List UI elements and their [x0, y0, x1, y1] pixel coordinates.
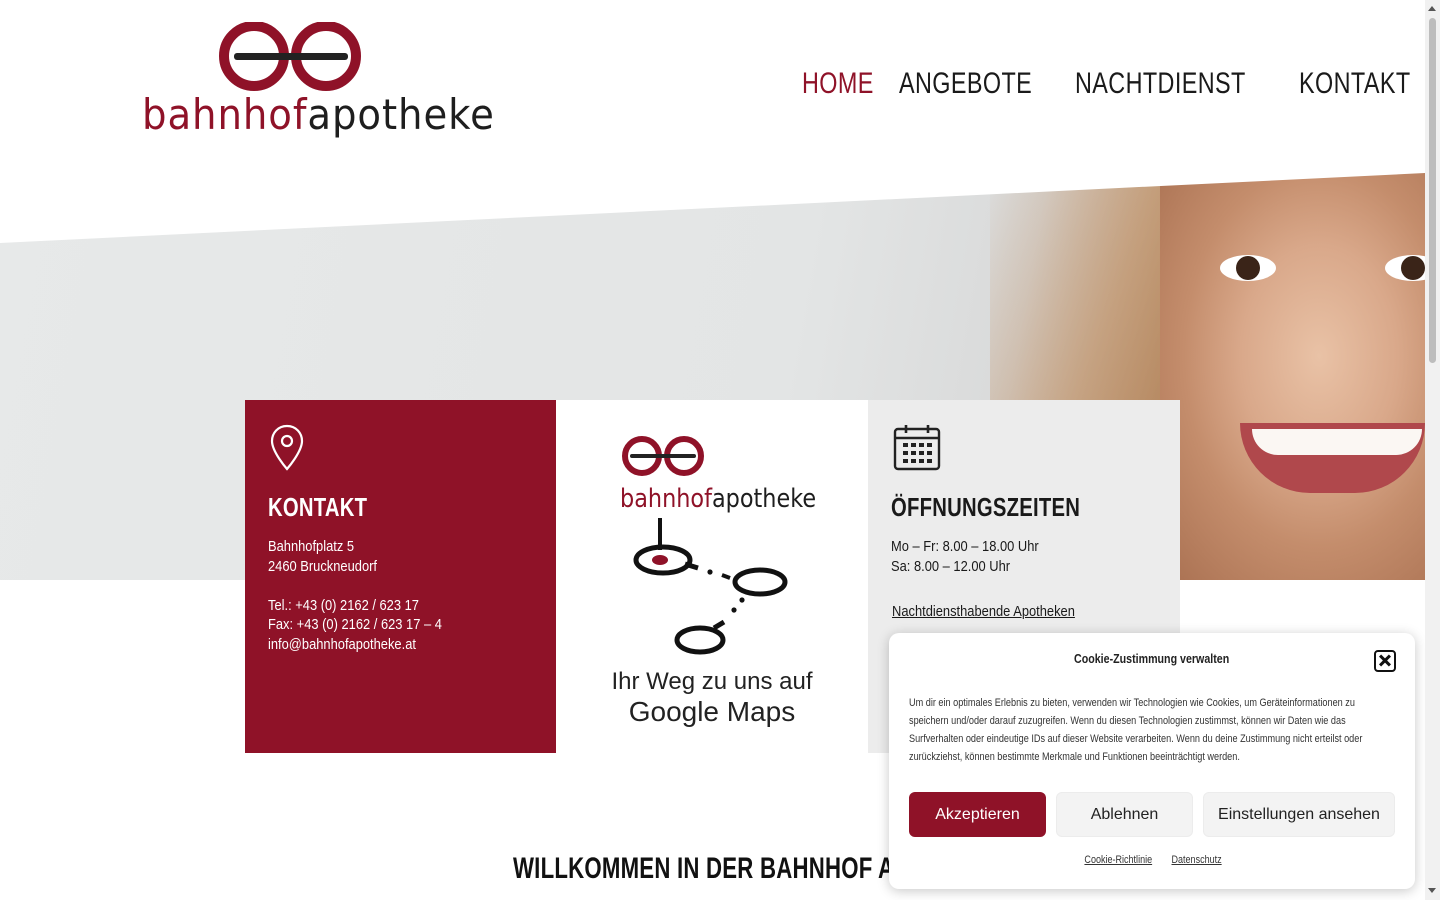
nav-item-home[interactable]: HOME — [802, 64, 874, 104]
contact-phone[interactable]: Tel.: +43 (0) 2162 / 623 17 — [268, 596, 442, 616]
map-logo-rings-icon — [622, 436, 704, 476]
cookie-consent-dialog: Cookie-Zustimmung verwalten Um dir ein o… — [889, 633, 1415, 889]
contact-box: KONTAKT Bahnhofplatz 5 2460 Bruckneudorf… — [245, 400, 556, 753]
night-service-link[interactable]: Nachtdiensthabende Apotheken — [892, 603, 1075, 620]
calendar-icon — [893, 425, 941, 471]
contact-fax: Fax: +43 (0) 2162 / 623 17 – 4 — [268, 616, 442, 634]
nav-item-angebote[interactable]: ANGEBOTE — [899, 64, 1032, 104]
view-settings-button[interactable]: Einstellungen ansehen — [1203, 792, 1395, 837]
contact-title: KONTAKT — [268, 492, 368, 522]
cookie-title: Cookie-Zustimmung verwalten — [1074, 651, 1230, 666]
map-caption-line2: Google Maps — [628, 696, 796, 727]
cookie-links: Cookie-Richtlinie Datenschutz — [889, 854, 1415, 866]
logo-rings-icon — [219, 22, 361, 91]
site-logo[interactable]: bahnhofapotheke — [140, 18, 494, 153]
location-pin-icon — [270, 424, 304, 471]
contact-line: 2460 Bruckneudorf — [268, 557, 378, 575]
map-caption-line1: Ihr Weg zu uns auf — [611, 668, 813, 695]
contact-email-link[interactable]: info@bahnhofapotheke.at — [268, 635, 442, 655]
hours-line: Sa: 8.00 – 12.00 Uhr — [891, 557, 1011, 575]
page: bahnhofapotheke HOME ANGEBOTE NACHTDIENS… — [0, 0, 1425, 900]
cookie-description: Um dir ein optimales Erlebnis zu bieten,… — [909, 697, 1363, 763]
close-icon[interactable] — [1374, 650, 1396, 672]
google-maps-link[interactable]: bahnhofapotheke Ihr Weg zu uns auf Googl… — [556, 400, 868, 753]
map-logo-wordmark: bahnhofapotheke — [620, 484, 817, 514]
contact-line: Bahnhofplatz 5 — [268, 538, 355, 555]
scrollbar-thumb[interactable] — [1429, 18, 1436, 363]
nav-item-kontakt[interactable]: KONTAKT — [1299, 64, 1411, 104]
logo-wordmark: bahnhofapotheke — [142, 90, 495, 139]
nav-item-nachtdienst[interactable]: NACHTDIENST — [1075, 64, 1246, 104]
deny-button[interactable]: Ablehnen — [1056, 792, 1193, 837]
contact-details: Bahnhofplatz 5 2460 Bruckneudorf Tel.: +… — [268, 537, 442, 655]
scroll-up-arrow-icon[interactable] — [1428, 6, 1436, 11]
hero-diagonal-edge — [0, 173, 1425, 243]
opening-hours-title: ÖFFNUNGSZEITEN — [891, 492, 1081, 522]
cookie-policy-link[interactable]: Cookie-Richtlinie — [1084, 854, 1152, 866]
hero-eye-left — [1220, 255, 1276, 281]
privacy-link[interactable]: Datenschutz — [1172, 854, 1222, 866]
hours-line: Mo – Fr: 8.00 – 18.00 Uhr — [891, 538, 1039, 555]
accept-button[interactable]: Akzeptieren — [909, 792, 1046, 837]
scroll-down-arrow-icon[interactable] — [1428, 888, 1436, 893]
main-nav: HOME ANGEBOTE NACHTDIENST KONTAKT — [802, 64, 1414, 104]
contact-line — [268, 576, 442, 596]
map-route-icon — [633, 518, 788, 655]
opening-hours-lines: Mo – Fr: 8.00 – 18.00 Uhr Sa: 8.00 – 12.… — [891, 537, 1039, 576]
page-scrollbar[interactable] — [1425, 0, 1440, 900]
